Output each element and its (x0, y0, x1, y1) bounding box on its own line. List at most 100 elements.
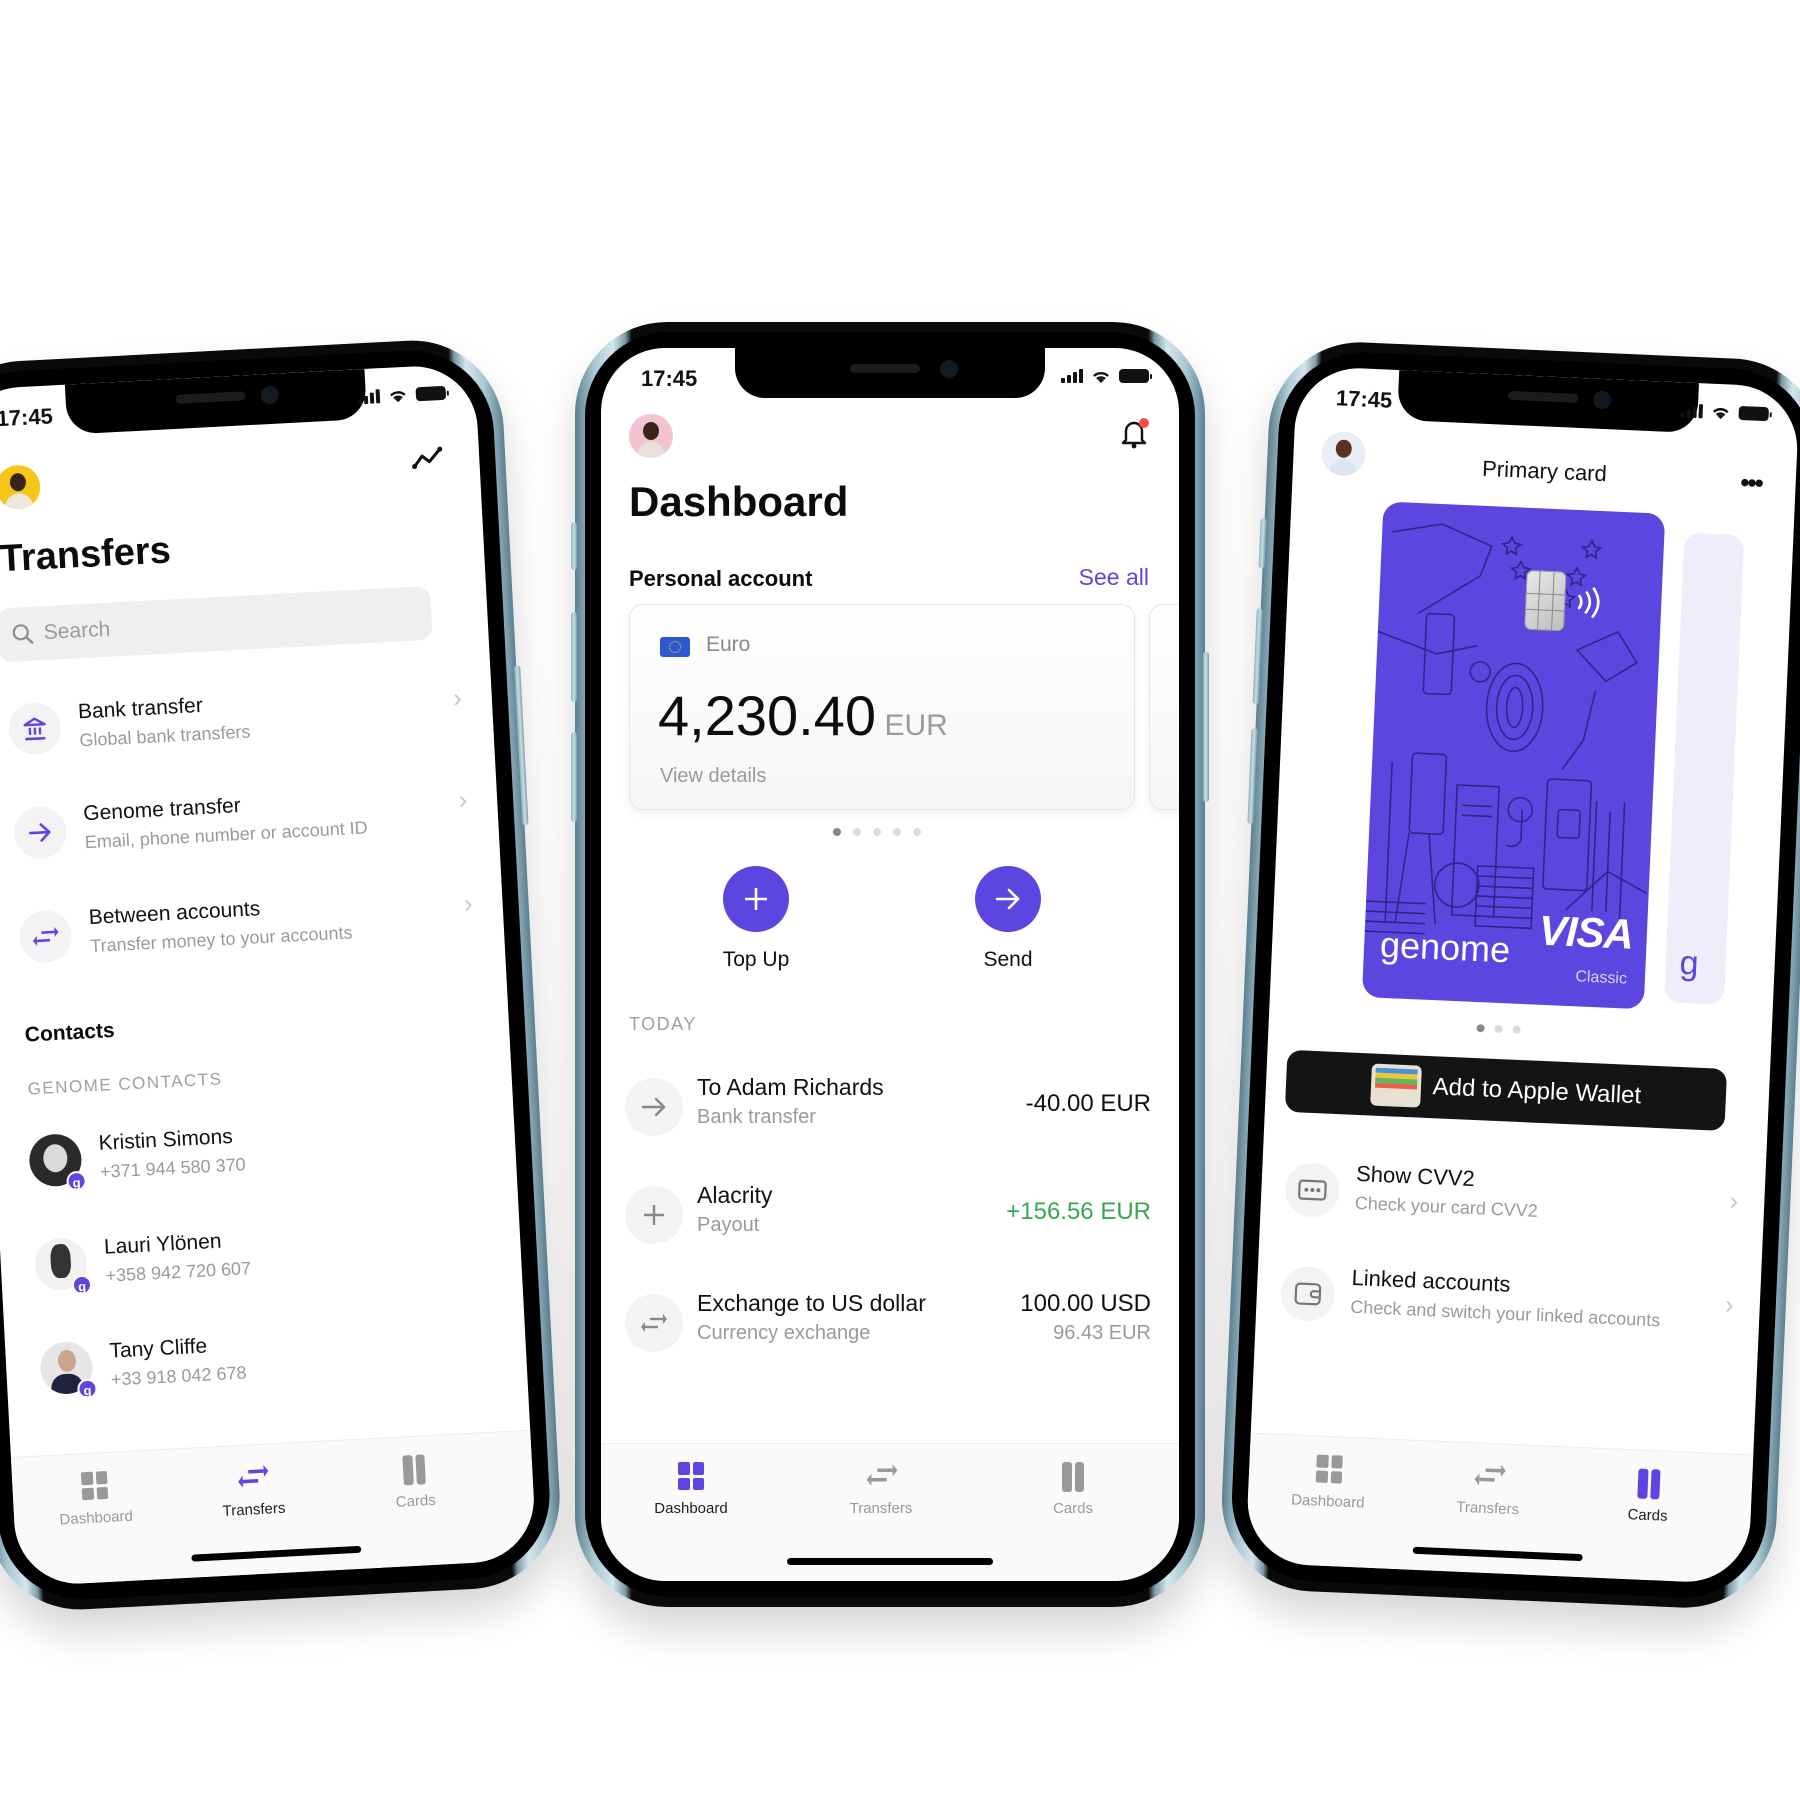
tab-cards[interactable]: Cards (1013, 1462, 1133, 1517)
tab-label: Dashboard (59, 1507, 134, 1529)
account-card[interactable]: Euro 4,230.40 EUR View details (629, 604, 1135, 810)
swap-arrows-icon (866, 1464, 898, 1486)
status-time: 17:45 (0, 403, 54, 432)
home-indicator (1412, 1546, 1583, 1562)
balance-amount: 4,230.40 (658, 684, 876, 747)
chevron-right-icon: › (457, 784, 468, 815)
tab-label: Cards (1627, 1506, 1668, 1525)
contact-name: Tany Cliffe (108, 1334, 208, 1363)
chevron-right-icon: › (1729, 1185, 1740, 1216)
tab-transfers[interactable]: Transfers (1427, 1459, 1549, 1519)
arrow-right-icon (995, 888, 1020, 910)
transaction-title: Exchange to US dollar (697, 1290, 926, 1316)
wallet-icon (1294, 1282, 1322, 1306)
cards-icon (1062, 1462, 1084, 1492)
card-network: VISA (1537, 906, 1634, 958)
next-account-card[interactable] (1149, 604, 1179, 810)
next-card-brand-glyph: g (1678, 943, 1700, 983)
action-label: Send (983, 948, 1033, 971)
chevron-right-icon: › (1724, 1289, 1735, 1320)
action-label: Top Up (722, 948, 790, 971)
see-all-link[interactable]: See all (1079, 564, 1149, 591)
phone-transfers: 17:45 Transfers Search Bank transfer Glo… (0, 335, 565, 1615)
tab-label: Cards (1052, 1500, 1093, 1517)
transfers-screen: 17:45 Transfers Search Bank transfer Glo… (0, 363, 537, 1587)
card-brand: genome (1379, 923, 1512, 971)
contact-phone: +371 944 580 370 (99, 1154, 247, 1182)
tab-bar: Dashboard Transfers Cards (1245, 1432, 1754, 1585)
contact-name: Lauri Ylönen (103, 1229, 223, 1259)
battery-icon (1738, 405, 1770, 422)
tab-cards[interactable]: Cards (353, 1452, 476, 1513)
option-subtitle: Check your card CVV2 (1354, 1192, 1539, 1221)
notification-bell-icon[interactable] (1119, 416, 1149, 450)
contact-name: Kristin Simons (98, 1124, 234, 1155)
option-title: Linked accounts (1351, 1264, 1512, 1297)
swap-arrows-icon (32, 926, 59, 946)
option-title: Bank transfer (77, 693, 204, 724)
home-indicator (191, 1545, 362, 1562)
transaction-subtitle: Payout (697, 1214, 760, 1236)
option-subtitle: Check and switch your linked accounts (1349, 1296, 1661, 1331)
view-details-link[interactable]: View details (660, 765, 766, 788)
tab-transfers[interactable]: Transfers (821, 1462, 941, 1517)
transaction-amount-positive: +156.56 EUR (1006, 1198, 1151, 1225)
signal-icon (358, 389, 381, 405)
transaction-amount: 100.00 USD (1020, 1290, 1151, 1317)
more-options-icon[interactable]: ••• (1740, 467, 1763, 499)
signal-icon (1680, 403, 1704, 419)
contacts-heading: Contacts (24, 1018, 116, 1047)
option-title: Genome transfer (82, 794, 242, 826)
swap-arrows-icon (641, 1314, 667, 1332)
next-card-peek[interactable]: g (1663, 532, 1745, 1005)
carousel-dots (833, 828, 921, 836)
dashboard-grid-icon (1315, 1454, 1343, 1484)
analytics-line-icon[interactable] (411, 445, 444, 471)
wifi-icon (389, 391, 406, 403)
tab-label: Transfers (849, 1500, 913, 1517)
tab-dashboard[interactable]: Dashboard (1268, 1452, 1390, 1512)
phone-cards: 17:45 Primary card ••• genome VISA Class… (1218, 338, 1800, 1612)
page-title: Transfers (0, 529, 172, 581)
transaction-title: Alacrity (697, 1182, 773, 1208)
transaction-title: To Adam Richards (697, 1074, 884, 1100)
page-title: Dashboard (629, 478, 849, 525)
tab-label: Dashboard (1290, 1491, 1365, 1512)
side-button (571, 522, 577, 570)
wallet-button-label: Add to Apple Wallet (1432, 1073, 1642, 1110)
tab-transfers[interactable]: Transfers (192, 1460, 315, 1521)
user-avatar[interactable] (629, 414, 673, 458)
wifi-icon (1712, 408, 1729, 420)
tab-dashboard[interactable]: Dashboard (34, 1469, 157, 1530)
chevron-right-icon: › (452, 682, 463, 713)
option-subtitle: Global bank transfers (78, 721, 251, 751)
contacts-section-label: GENOME CONTACTS (27, 1069, 223, 1099)
tab-bar: Dashboard Transfers Cards (601, 1443, 1179, 1581)
wifi-icon (1093, 371, 1109, 383)
battery-icon (415, 385, 447, 402)
wallet-app-icon (1369, 1063, 1422, 1108)
tab-dashboard[interactable]: Dashboard (631, 1462, 751, 1517)
status-bar: 17:45 (601, 348, 1179, 404)
chevron-right-icon: › (463, 888, 474, 919)
currency-name: Euro (706, 633, 751, 656)
card-chip-icon (1524, 569, 1567, 632)
add-to-apple-wallet-button[interactable]: Add to Apple Wallet (1284, 1049, 1728, 1131)
option-title: Between accounts (88, 897, 261, 930)
side-button (1203, 652, 1209, 802)
transaction-amount: -40.00 EUR (1025, 1090, 1151, 1117)
tab-cards[interactable]: Cards (1587, 1466, 1709, 1526)
contactless-icon (1577, 587, 1600, 619)
arrow-right-icon (28, 823, 51, 842)
today-label: TODAY (629, 1014, 697, 1034)
search-icon (12, 624, 34, 644)
dashboard-screen: 17:45 Dashboard Personal account See all… (601, 348, 1179, 1581)
user-avatar[interactable] (0, 464, 42, 511)
primary-card[interactable]: genome VISA Classic (1361, 501, 1666, 1010)
cvv-dots-icon (1298, 1179, 1327, 1201)
arrow-right-icon (641, 1097, 666, 1117)
genome-badge: g (76, 1378, 98, 1400)
swap-arrows-icon (1474, 1464, 1506, 1486)
search-input[interactable]: Search (0, 585, 433, 663)
tab-label: Transfers (1455, 1498, 1520, 1519)
